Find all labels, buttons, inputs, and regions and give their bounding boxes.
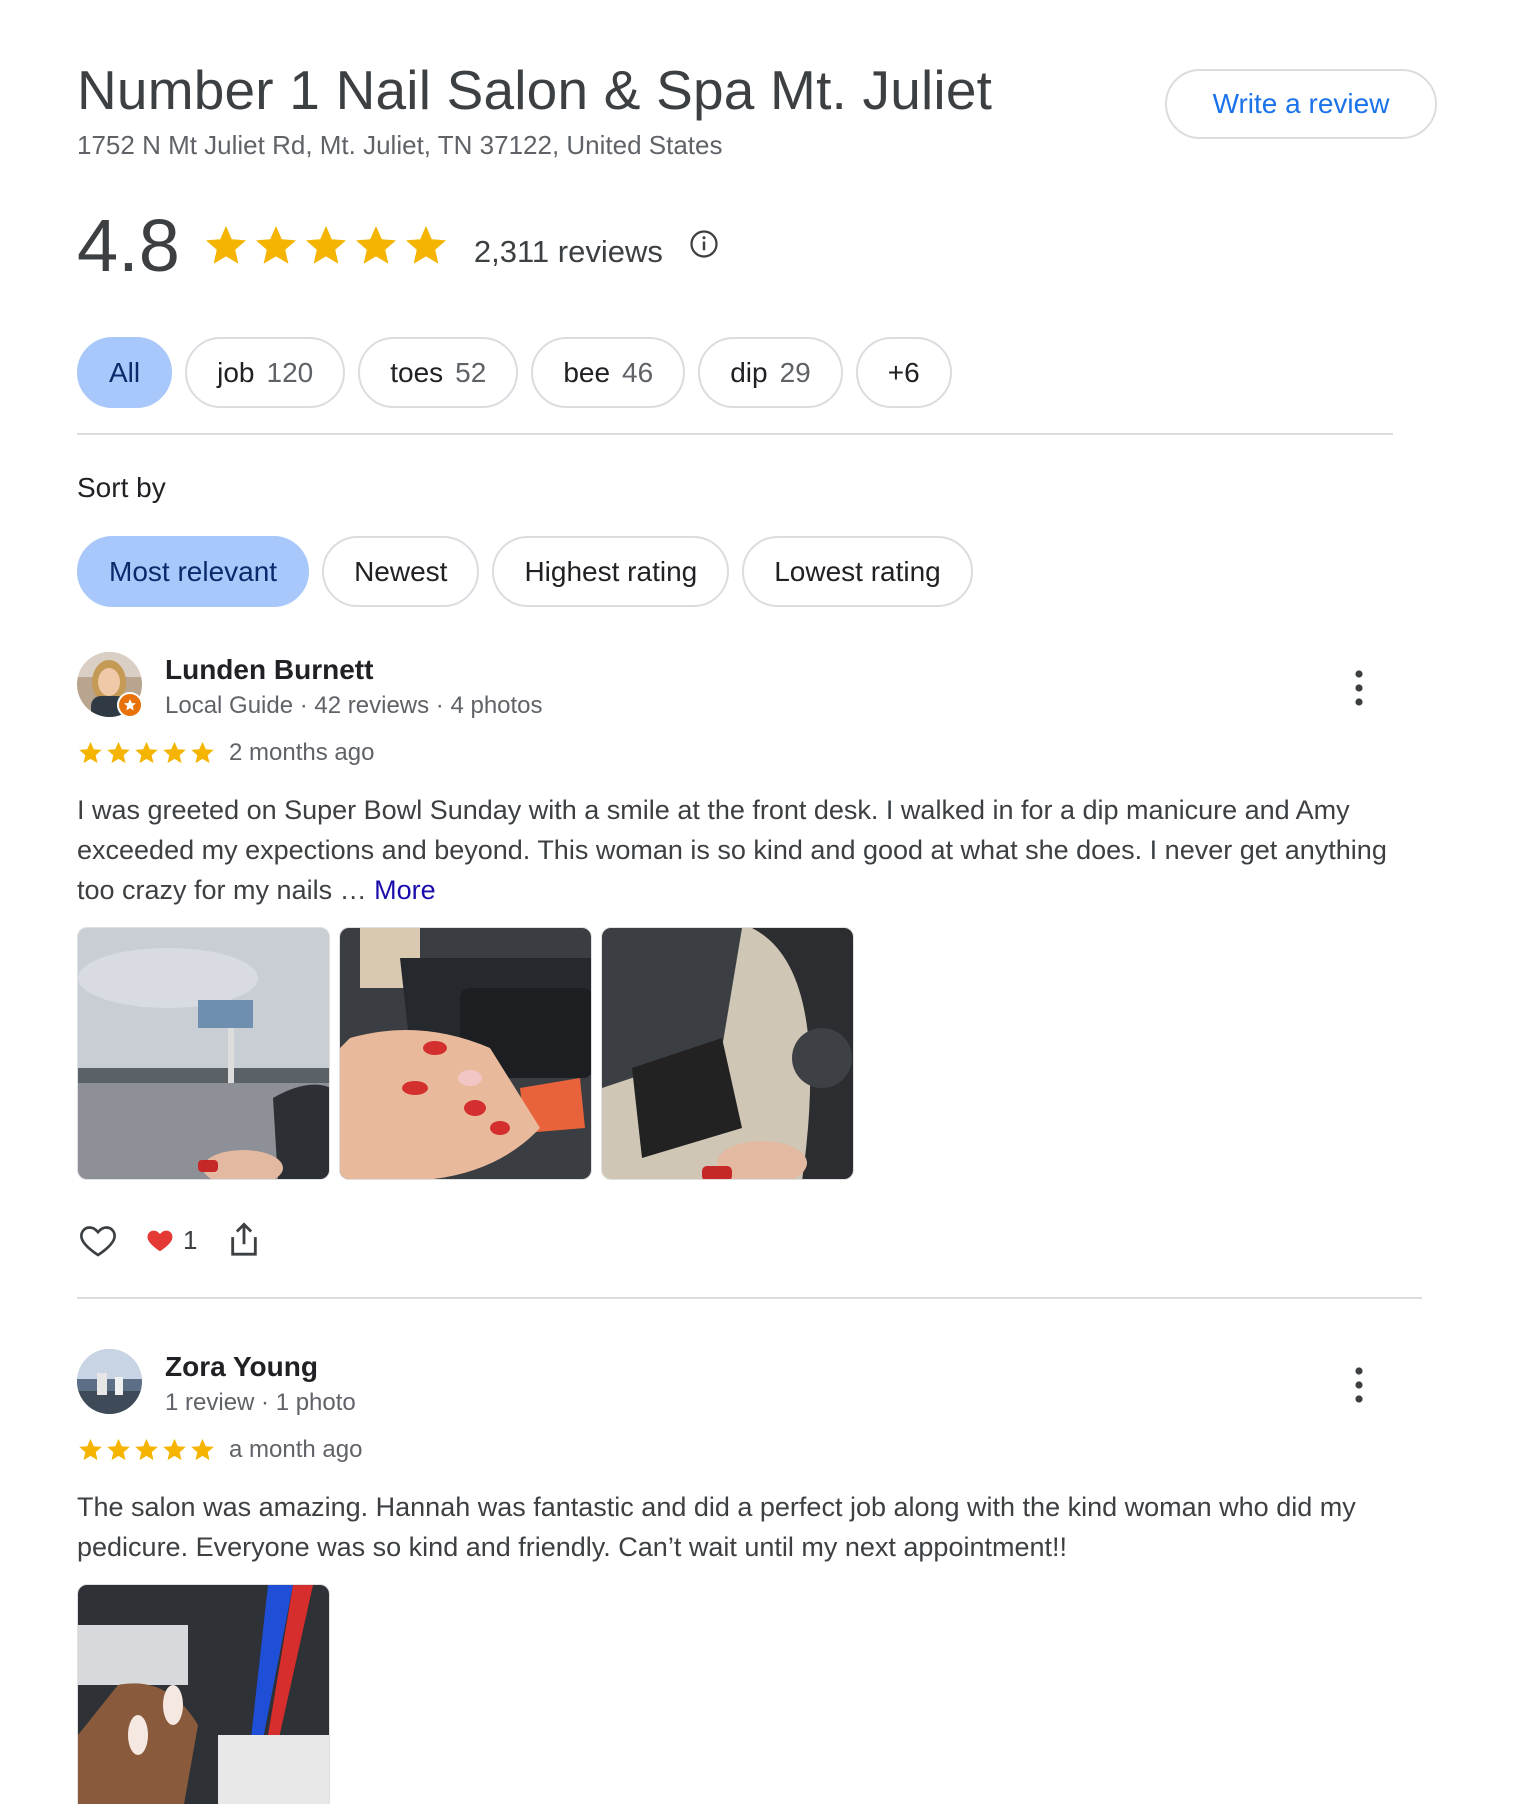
review-photo[interactable] <box>77 1584 330 1804</box>
rating-stars <box>202 221 450 269</box>
review-photo[interactable] <box>601 927 854 1180</box>
chip-count: 46 <box>622 356 654 388</box>
review-photo[interactable] <box>77 927 330 1180</box>
chip-count: 52 <box>455 356 487 388</box>
star-icon <box>107 741 130 764</box>
star-icon <box>255 226 296 264</box>
review-text: The salon was amazing. Hannah was fantas… <box>77 1492 1356 1562</box>
chip-count: 29 <box>779 356 811 388</box>
sort-lowest-rating[interactable]: Lowest rating <box>742 536 973 607</box>
sort-newest[interactable]: Newest <box>322 536 480 607</box>
reviews-page: Number 1 Nail Salon & Spa Mt. Juliet 175… <box>0 0 1532 1804</box>
share-icon[interactable] <box>227 1220 261 1260</box>
star-icon <box>191 1438 214 1461</box>
star-icon <box>107 1438 130 1461</box>
chip-label: job <box>217 356 255 388</box>
star-icon <box>191 741 214 764</box>
star-icon <box>305 226 346 264</box>
review-text: I was greeted on Super Bowl Sunday with … <box>77 790 1397 910</box>
star-icon <box>135 741 158 764</box>
review-count: 2,311 reviews <box>473 234 663 269</box>
heart-outline-icon[interactable] <box>77 1220 119 1260</box>
topic-chip-toes[interactable]: toes 52 <box>358 337 519 408</box>
local-guide-badge-icon <box>117 692 143 718</box>
chip-label: dip <box>730 356 768 388</box>
star-icon <box>163 1438 186 1461</box>
chip-label: toes <box>390 356 444 388</box>
topic-chips: All job 120 toes 52 bee 46 dip 29 +6 <box>77 337 952 408</box>
review-item: Zora Young 1 review · 1 photo a month ag… <box>77 1349 1377 1804</box>
reviewer-name[interactable]: Lunden Burnett <box>165 654 373 686</box>
chip-label: +6 <box>887 356 920 388</box>
divider <box>77 1297 1422 1299</box>
place-title: Number 1 Nail Salon & Spa Mt. Juliet <box>77 59 993 121</box>
sort-highest-rating[interactable]: Highest rating <box>492 536 730 607</box>
review-photos <box>77 1584 330 1804</box>
reviewer-name[interactable]: Zora Young <box>165 1351 318 1383</box>
place-address: 1752 N Mt Juliet Rd, Mt. Juliet, TN 3712… <box>77 130 723 160</box>
average-rating: 4.8 <box>77 203 180 287</box>
reviewer-meta: Local Guide · 42 reviews · 4 photos <box>165 692 543 719</box>
chip-label: bee <box>563 356 611 388</box>
review-stars <box>77 1436 216 1463</box>
review-time: a month ago <box>229 1436 363 1463</box>
chip-count: 120 <box>266 356 314 388</box>
more-vert-icon[interactable] <box>1352 668 1366 708</box>
topic-chip-all[interactable]: All <box>77 337 173 408</box>
topic-chip-dip[interactable]: dip 29 <box>698 337 843 408</box>
review-time: 2 months ago <box>229 739 375 766</box>
star-icon <box>135 1438 158 1461</box>
sort-most-relevant[interactable]: Most relevant <box>77 536 310 607</box>
more-link[interactable]: More <box>374 875 436 905</box>
star-icon <box>163 741 186 764</box>
review-body: I was greeted on Super Bowl Sunday with … <box>77 795 1387 905</box>
star-icon <box>205 226 246 264</box>
review-item: Lunden Burnett Local Guide · 42 reviews … <box>77 652 1387 1272</box>
review-photos <box>77 927 854 1180</box>
review-stars <box>77 739 216 766</box>
reviewer-meta: 1 review · 1 photo <box>165 1389 356 1416</box>
sort-by-label: Sort by <box>77 472 166 503</box>
rating-summary: 4.8 2,311 reviews <box>77 200 719 290</box>
heart-emoji-icon <box>147 1230 173 1252</box>
star-icon <box>79 741 102 764</box>
chip-label: All <box>109 356 141 388</box>
topic-chip-job[interactable]: job 120 <box>185 337 346 408</box>
review-photo[interactable] <box>339 927 592 1180</box>
topic-chip-more[interactable]: +6 <box>855 337 952 408</box>
sort-options: Most relevant Newest Highest rating Lowe… <box>77 536 973 607</box>
write-review-button[interactable]: Write a review <box>1165 69 1437 139</box>
info-icon[interactable] <box>689 229 719 259</box>
star-icon <box>405 226 446 264</box>
topic-chip-bee[interactable]: bee 46 <box>531 337 686 408</box>
more-vert-icon[interactable] <box>1352 1365 1366 1405</box>
star-icon <box>355 226 396 264</box>
star-icon <box>79 1438 102 1461</box>
review-actions: 1 <box>77 1220 261 1260</box>
reaction-count: 1 <box>183 1224 198 1255</box>
divider <box>77 433 1393 435</box>
avatar[interactable] <box>77 1349 142 1414</box>
